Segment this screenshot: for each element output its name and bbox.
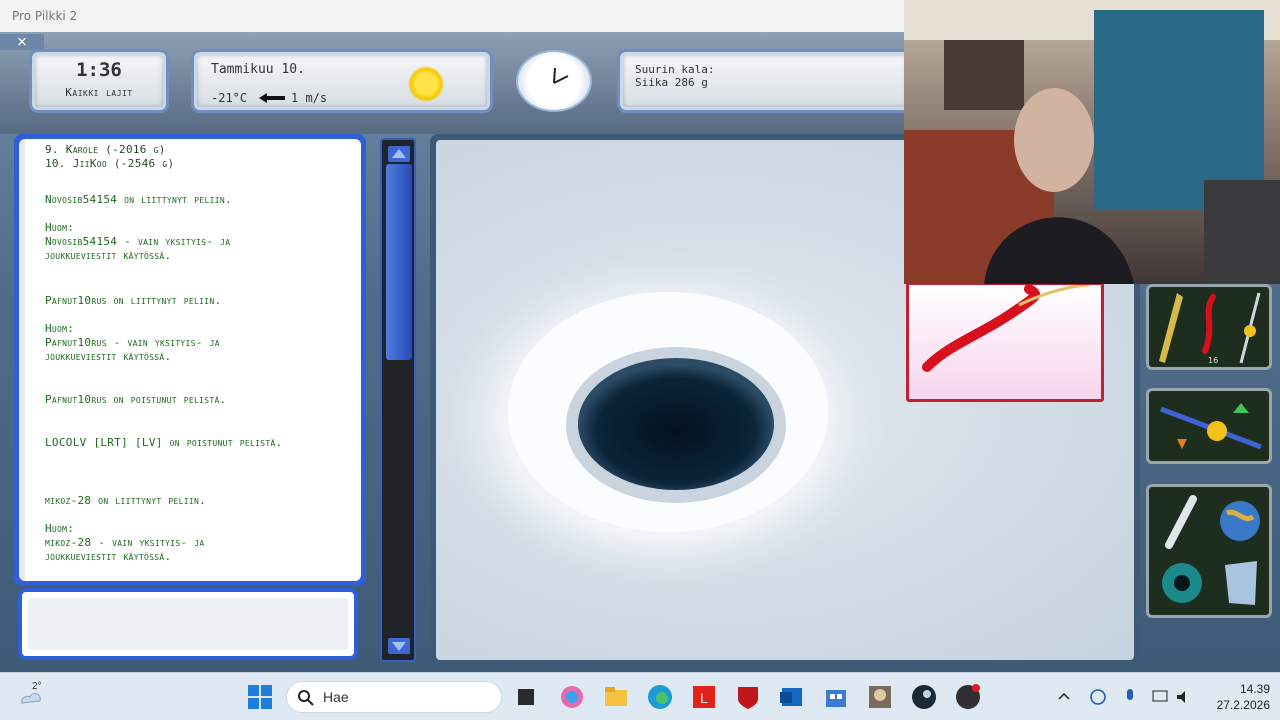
chat-message: Pafnut10rus - vain yksityis- ja [45, 336, 220, 349]
lure-tools: 16 [1146, 284, 1272, 370]
window-titlebar: Pro Pilkki 2 [0, 0, 904, 32]
streamer-webcam-icon [904, 0, 1280, 284]
steam-icon[interactable] [910, 683, 938, 711]
globe-icon[interactable] [1213, 493, 1267, 551]
worm-lure-icon [922, 283, 1090, 372]
chat-message: mikoz-28 - vain yksityis- ja [45, 536, 205, 549]
chat-panel: 9. Karole (-2016 g) 10. JiiKoo (-2546 g)… [14, 134, 366, 586]
chat-message: joukkueviestit käytössä. [45, 350, 172, 363]
fishing-rod-icon[interactable] [1153, 395, 1265, 459]
close-button[interactable]: × [0, 34, 44, 50]
edge-icon[interactable] [646, 683, 674, 711]
ranking-line: 9. Karole (-2016 g) [45, 143, 166, 156]
search-label: Hae [323, 689, 349, 705]
chat-log[interactable]: 9. Karole (-2016 g) 10. JiiKoo (-2546 g)… [19, 139, 361, 581]
game-screen: Pro Pilkki 2 × 1:36 Kaikki lajit Tammiku… [0, 0, 1280, 720]
biggest-catch-panel: Suurin kala: Siika 286 g [620, 52, 910, 110]
chat-message: Huom: [45, 322, 75, 335]
date-label: Tammikuu 10. [211, 62, 305, 77]
network-icon[interactable] [1088, 687, 1108, 707]
chevron-up-icon[interactable] [1056, 689, 1072, 705]
weather-panel: Tammikuu 10. -21°C 1 m/s [194, 52, 490, 110]
chat-message: LOCOLV [LRT] [LV] on poistunut pelistä. [45, 436, 283, 449]
chat-message: Novosib54154 on liittynyt peliin. [45, 193, 232, 206]
chat-input-value[interactable] [28, 598, 348, 650]
taskbar-search[interactable]: Hae [286, 681, 502, 713]
windows-taskbar: 2° Hae L 14.39 27.2.2026 [0, 672, 1280, 720]
chat-message: joukkueviestit käytössä. [45, 249, 172, 262]
weather-temp: 2° [32, 681, 42, 692]
jig-lure-icon[interactable] [1155, 291, 1187, 367]
sonar-eye-icon[interactable] [1155, 555, 1209, 613]
chat-message: Novosib54154 - vain yksityis- ja [45, 235, 231, 248]
display-icon[interactable] [1150, 687, 1170, 707]
ranking-line: 10. JiiKoo (-2546 g) [45, 157, 175, 170]
scroll-up-icon[interactable] [388, 146, 410, 162]
window-title: Pro Pilkki 2 [12, 9, 78, 23]
system-time: 14.39 [1239, 682, 1270, 696]
start-icon[interactable] [246, 683, 274, 711]
wind-arrow-icon [259, 93, 285, 103]
chat-message: Huom: [45, 522, 75, 535]
chat-message: joukkueviestit käytössä. [45, 550, 172, 563]
temperature-label: -21°C [211, 91, 248, 105]
rod-icon[interactable] [1233, 291, 1267, 367]
obs-icon[interactable] [954, 683, 982, 711]
scroll-thumb[interactable] [386, 164, 412, 360]
chat-input-field[interactable] [18, 588, 358, 660]
equipment-tools [1146, 484, 1272, 618]
outlook-icon[interactable] [778, 683, 806, 711]
lenovo-icon[interactable]: L [690, 683, 718, 711]
ice-drill-icon[interactable] [1155, 493, 1209, 551]
chat-message: Pafnut10rus on poistunut pelistä. [45, 393, 227, 406]
microphone-icon[interactable] [1120, 687, 1140, 707]
pro-pilkki-icon[interactable] [866, 683, 894, 711]
svg-text:L: L [700, 690, 708, 706]
biggest-catch-value: Siika 286 g [635, 76, 708, 89]
game-time: 1:36 [76, 59, 122, 81]
chat-scrollbar[interactable] [380, 138, 416, 662]
ice-chunk-icon[interactable] [1213, 555, 1267, 613]
mcafee-icon[interactable] [734, 683, 762, 711]
species-filter[interactable]: Kaikki lajit [35, 86, 163, 99]
lure-count: 16 [1208, 356, 1218, 365]
sun-icon [408, 66, 444, 102]
selected-lure-card[interactable] [906, 282, 1104, 402]
scroll-down-icon[interactable] [388, 638, 410, 654]
system-clock[interactable]: 14.39 27.2.2026 [1217, 681, 1270, 713]
wind-label: 1 m/s [291, 91, 328, 105]
file-explorer-icon[interactable] [602, 683, 630, 711]
biggest-catch-label: Suurin kala: [635, 63, 715, 76]
chat-message: Huom: [45, 221, 75, 234]
copilot-icon[interactable] [558, 683, 586, 711]
search-icon [298, 690, 314, 706]
store-icon[interactable] [822, 683, 850, 711]
system-date: 27.2.2026 [1216, 698, 1270, 712]
clock-icon [516, 50, 592, 112]
chat-message: Pafnut10rus on liittynyt peliin. [45, 294, 222, 307]
time-panel: 1:36 Kaikki lajit [32, 52, 166, 110]
worm-icon[interactable]: 16 [1193, 291, 1227, 367]
rod-tools [1146, 388, 1272, 464]
chat-message: mikoz-28 on liittynyt peliin. [45, 494, 207, 507]
volume-icon[interactable] [1174, 687, 1194, 707]
task-view-icon[interactable] [512, 683, 540, 711]
webcam-overlay [904, 0, 1280, 284]
